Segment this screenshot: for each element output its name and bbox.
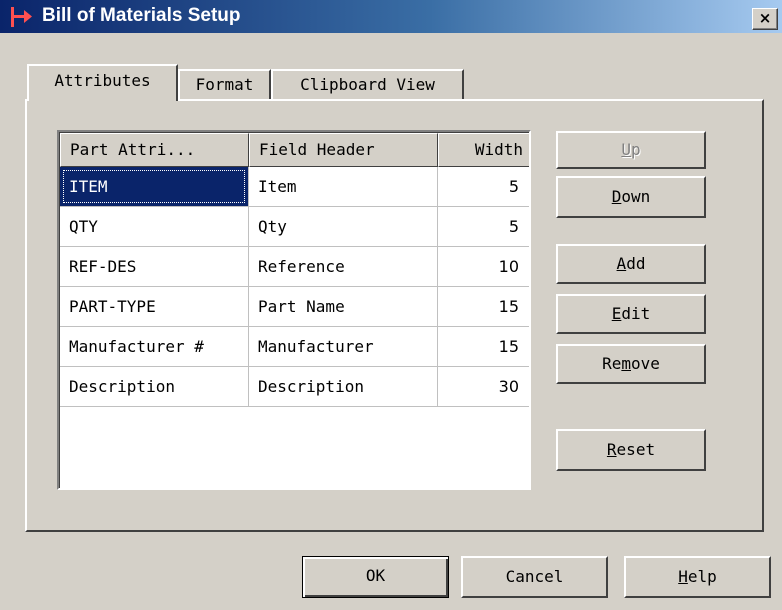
table-row[interactable]: QTY Qty 5: [60, 207, 529, 247]
table-row[interactable]: REF-DES Reference 10: [60, 247, 529, 287]
close-icon: ×: [758, 9, 772, 27]
cell-field-header: Qty: [249, 207, 438, 247]
cell-field-header: Description: [249, 367, 438, 407]
tab-label: Clipboard View: [300, 75, 435, 94]
cell-field-header: Manufacturer: [249, 327, 438, 367]
tab-clipboard-view[interactable]: Clipboard View: [271, 69, 464, 100]
cell-width: 5: [438, 207, 529, 247]
tab-label: Attributes: [54, 71, 151, 90]
up-button[interactable]: Up: [556, 131, 706, 169]
cell-width: 5: [438, 167, 529, 207]
cell-attribute: REF-DES: [60, 247, 249, 287]
list-header: Part Attri... Field Header Width: [60, 133, 529, 167]
help-button[interactable]: Help: [624, 556, 771, 598]
table-row[interactable]: Description Description 30: [60, 367, 529, 407]
edit-button[interactable]: Edit: [556, 294, 706, 334]
cell-attribute: PART-TYPE: [60, 287, 249, 327]
cell-field-header: Item: [249, 167, 438, 207]
reset-button[interactable]: Reset: [556, 429, 706, 471]
table-row[interactable]: ITEM Item 5: [60, 167, 529, 207]
title-bar[interactable]: Bill of Materials Setup ×: [0, 0, 782, 33]
column-header-width[interactable]: Width: [438, 133, 529, 167]
column-header-part-attribute[interactable]: Part Attri...: [60, 133, 249, 167]
app-icon: [11, 7, 32, 27]
window-title: Bill of Materials Setup: [42, 5, 241, 26]
add-button[interactable]: Add: [556, 244, 706, 284]
down-button[interactable]: Down: [556, 176, 706, 218]
ok-button[interactable]: OK: [302, 556, 449, 598]
close-button[interactable]: ×: [752, 8, 778, 30]
attribute-list[interactable]: Part Attri... Field Header Width ITEM It…: [57, 130, 531, 490]
cell-attribute: ITEM: [60, 167, 249, 207]
tab-format[interactable]: Format: [178, 69, 271, 100]
tab-label: Format: [195, 75, 254, 94]
cell-width: 10: [438, 247, 529, 287]
cancel-button[interactable]: Cancel: [461, 556, 608, 598]
remove-button[interactable]: Remove: [556, 344, 706, 384]
cell-attribute: QTY: [60, 207, 249, 247]
cell-width: 15: [438, 327, 529, 367]
cell-width: 30: [438, 367, 529, 407]
cell-attribute: Manufacturer #: [60, 327, 249, 367]
cell-width: 15: [438, 287, 529, 327]
cell-attribute: Description: [60, 367, 249, 407]
table-row[interactable]: Manufacturer # Manufacturer 15: [60, 327, 529, 367]
cell-field-header: Part Name: [249, 287, 438, 327]
cell-field-header: Reference: [249, 247, 438, 287]
column-header-field-header[interactable]: Field Header: [249, 133, 438, 167]
tab-attributes[interactable]: Attributes: [27, 64, 178, 101]
table-row[interactable]: PART-TYPE Part Name 15: [60, 287, 529, 327]
